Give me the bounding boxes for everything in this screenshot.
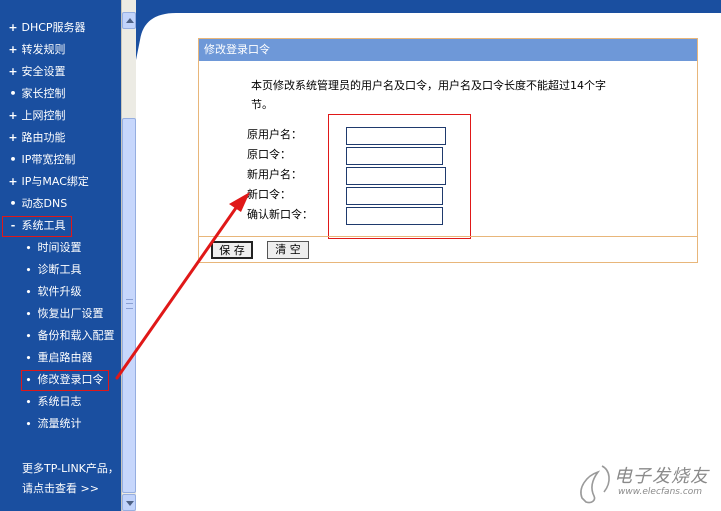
highlight-box-change-password bbox=[21, 370, 109, 391]
sidebar-item-routing[interactable]: + 路由功能 bbox=[8, 128, 66, 148]
sidebar-item-label: 家长控制 bbox=[21, 87, 66, 100]
button-row: 保 存 清 空 bbox=[199, 236, 697, 262]
sidebar-item-ip-mac-binding[interactable]: + IP与MAC绑定 bbox=[8, 172, 89, 192]
bullet-icon: • bbox=[9, 197, 17, 210]
watermark: 电子发烧友 www.elecfans.com bbox=[576, 460, 716, 506]
scroll-down-arrow-icon[interactable] bbox=[122, 494, 136, 511]
old-username-label: 原用户名： bbox=[247, 128, 302, 141]
highlight-box-system-tools bbox=[2, 216, 72, 237]
bullet-icon: • bbox=[9, 153, 17, 166]
sidebar-item-label: 流量统计 bbox=[37, 417, 82, 430]
sidebar-item-label: IP带宽控制 bbox=[21, 153, 76, 166]
sidebar-subitem-time[interactable]: • 时间设置 bbox=[23, 238, 82, 258]
sidebar-nav: + DHCP服务器 + 转发规则 + 安全设置 • 家长控制 + 上网控制 + … bbox=[0, 0, 121, 511]
sidebar-item-label: 安全设置 bbox=[21, 65, 66, 78]
more-products-line1: 更多TP-LINK产品， bbox=[22, 462, 119, 475]
sidebar-item-label: 路由功能 bbox=[21, 131, 66, 144]
sidebar-subitem-system-log[interactable]: • 系统日志 bbox=[23, 392, 82, 412]
bullet-icon: • bbox=[9, 87, 17, 100]
expand-plus-icon: + bbox=[8, 175, 18, 188]
watermark-url: www.elecfans.com bbox=[618, 487, 703, 497]
sidebar-subitem-backup[interactable]: • 备份和载入配置 bbox=[23, 326, 115, 346]
old-password-label: 原口令： bbox=[247, 148, 291, 161]
sidebar-item-label: 重启路由器 bbox=[37, 351, 93, 364]
expand-plus-icon: + bbox=[8, 43, 18, 56]
panel-title: 修改登录口令 bbox=[199, 39, 697, 61]
highlight-box-form-fields bbox=[328, 114, 471, 239]
sidebar-item-label: DHCP服务器 bbox=[21, 21, 86, 34]
sidebar-item-parental-control[interactable]: • 家长控制 bbox=[8, 84, 66, 104]
bullet-icon: • bbox=[25, 354, 32, 364]
new-username-label: 新用户名： bbox=[247, 168, 302, 181]
sidebar-item-label: 备份和载入配置 bbox=[37, 329, 115, 342]
sidebar-item-label: 恢复出厂设置 bbox=[37, 307, 104, 320]
sidebar-item-label: 软件升级 bbox=[37, 285, 82, 298]
sidebar-item-label: 时间设置 bbox=[37, 241, 82, 254]
expand-plus-icon: + bbox=[8, 109, 18, 122]
sidebar-item-label: 诊断工具 bbox=[37, 263, 82, 276]
expand-plus-icon: + bbox=[8, 65, 18, 78]
more-products-line2: 请点击查看 >> bbox=[22, 482, 99, 495]
sidebar-item-security[interactable]: + 安全设置 bbox=[8, 62, 66, 82]
sidebar-subitem-diagnostics[interactable]: • 诊断工具 bbox=[23, 260, 82, 280]
sidebar-item-dhcp[interactable]: + DHCP服务器 bbox=[8, 18, 86, 38]
expand-plus-icon: + bbox=[8, 131, 18, 144]
bullet-icon: • bbox=[25, 244, 32, 254]
bullet-icon: • bbox=[25, 266, 32, 276]
confirm-password-label: 确认新口令： bbox=[247, 208, 313, 221]
clear-button[interactable]: 清 空 bbox=[267, 241, 309, 259]
sidebar-subitem-traffic-stats[interactable]: • 流量统计 bbox=[23, 414, 82, 434]
panel-description: 本页修改系统管理员的用户名及口令，用户名及口令长度不能超过14个字 节。 bbox=[251, 76, 651, 114]
sidebar-item-bandwidth[interactable]: • IP带宽控制 bbox=[8, 150, 75, 170]
sidebar-item-label: IP与MAC绑定 bbox=[21, 175, 89, 188]
sidebar-subitem-firmware[interactable]: • 软件升级 bbox=[23, 282, 82, 302]
watermark-logo-icon bbox=[580, 465, 610, 504]
new-password-label: 新口令： bbox=[247, 188, 291, 201]
bullet-icon: • bbox=[25, 332, 32, 342]
scrollbar-thumb[interactable] bbox=[122, 118, 136, 493]
change-password-panel: 修改登录口令 本页修改系统管理员的用户名及口令，用户名及口令长度不能超过14个字… bbox=[198, 38, 698, 263]
sidebar-item-label: 上网控制 bbox=[21, 109, 66, 122]
more-products-link[interactable]: 更多TP-LINK产品， 请点击查看 >> bbox=[22, 459, 119, 499]
sidebar-subitem-factory-reset[interactable]: • 恢复出厂设置 bbox=[23, 304, 104, 324]
sidebar-item-forwarding[interactable]: + 转发规则 bbox=[8, 40, 66, 60]
scrollbar-grip-icon bbox=[126, 299, 133, 309]
watermark-text: 电子发烧友 bbox=[614, 466, 709, 487]
sidebar-item-label: 动态DNS bbox=[21, 197, 68, 210]
bullet-icon: • bbox=[25, 398, 32, 408]
save-button[interactable]: 保 存 bbox=[211, 241, 253, 259]
expand-plus-icon: + bbox=[8, 21, 18, 34]
sidebar-item-ddns[interactable]: • 动态DNS bbox=[8, 194, 67, 214]
bullet-icon: • bbox=[25, 420, 32, 430]
sidebar-subitem-reboot[interactable]: • 重启路由器 bbox=[23, 348, 93, 368]
sidebar-item-label: 系统日志 bbox=[37, 395, 82, 408]
bullet-icon: • bbox=[25, 310, 32, 320]
description-line2: 节。 bbox=[251, 98, 273, 111]
sidebar-item-label: 转发规则 bbox=[21, 43, 66, 56]
scroll-up-arrow-icon[interactable] bbox=[122, 12, 136, 29]
description-line1: 本页修改系统管理员的用户名及口令，用户名及口令长度不能超过14个字 bbox=[251, 79, 606, 92]
sidebar-item-access-control[interactable]: + 上网控制 bbox=[8, 106, 66, 126]
sidebar-scrollbar[interactable] bbox=[121, 0, 136, 511]
bullet-icon: • bbox=[25, 288, 32, 298]
